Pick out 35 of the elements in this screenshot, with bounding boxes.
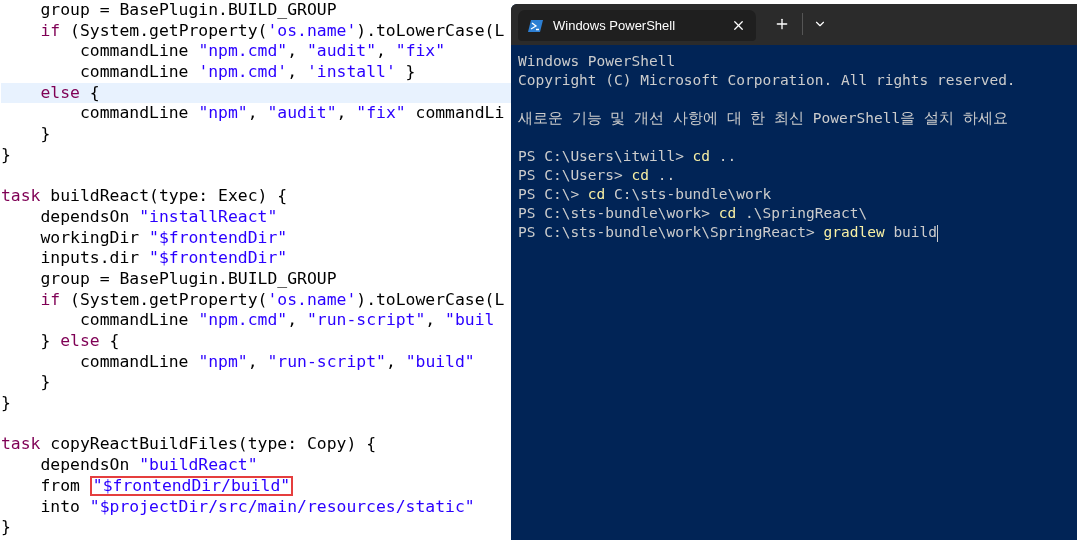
code-line: commandLine "npm.cmd", "audit", "fix": [78, 41, 446, 61]
powershell-icon: [528, 18, 544, 33]
code-line: }: [1, 517, 11, 537]
code-line: group = BasePlugin.BUILD_GROUP: [39, 268, 337, 288]
terminal-line: PS C:\> cd C:\sts-bundle\work: [518, 186, 772, 202]
close-icon[interactable]: [731, 18, 746, 33]
terminal-line: Windows PowerShell: [518, 53, 676, 69]
terminal-line: PS C:\Users> cd ..: [518, 167, 676, 183]
terminal-line: Copyright (C) Microsoft Corporation. All rights reserved.: [518, 72, 1016, 88]
code-line: task copyReactBuildFiles(type: Copy) {: [1, 434, 376, 454]
code-line: if (System.getProperty('os.name').toLowerCase(L: [39, 289, 505, 309]
code-line: task buildReact(type: Exec) {: [1, 186, 288, 206]
code-line: }: [1, 393, 11, 413]
code-line: dependsOn "buildReact": [39, 455, 258, 475]
code-line: workingDir "$frontendDir": [39, 227, 288, 247]
code-line: inputs.dir "$frontendDir": [39, 248, 288, 268]
code-line: if (System.getProperty('os.name').toLowerCase(L: [39, 20, 505, 40]
code-line: commandLine "npm.cmd", "run-script", "buil: [78, 310, 495, 330]
code-line: commandLine "npm", "run-script", "build": [78, 351, 475, 371]
terminal-line: PS C:\sts-bundle\work\SpringReact> gradlew build: [518, 224, 939, 240]
code-line: group = BasePlugin.BUILD_GROUP: [39, 0, 337, 19]
code-line: } else {: [39, 331, 120, 350]
code-line: commandLine "npm", "audit", "fix" commandLi: [78, 103, 505, 123]
terminal-tab[interactable]: Windows PowerShell: [518, 10, 756, 41]
code-line: else {: [39, 82, 100, 102]
code-line: }: [1, 144, 11, 164]
terminal-line: PS C:\Users\itwill> cd ..: [518, 148, 737, 164]
code-line: dependsOn "installReact": [39, 206, 278, 226]
text-cursor: [937, 224, 939, 242]
terminal-line: 새로운 기능 및 개선 사항에 대 한 최신 PowerShell을 설치 하세요: [518, 110, 1008, 126]
code-line: }: [39, 372, 51, 392]
code-line: into "$projectDir/src/main/resources/static": [39, 496, 475, 516]
code-line: commandLine 'npm.cmd', 'install' }: [78, 62, 416, 82]
code-line: }: [39, 124, 51, 144]
terminal-line: PS C:\sts-bundle\work> cd .\SpringReact\: [518, 205, 868, 221]
